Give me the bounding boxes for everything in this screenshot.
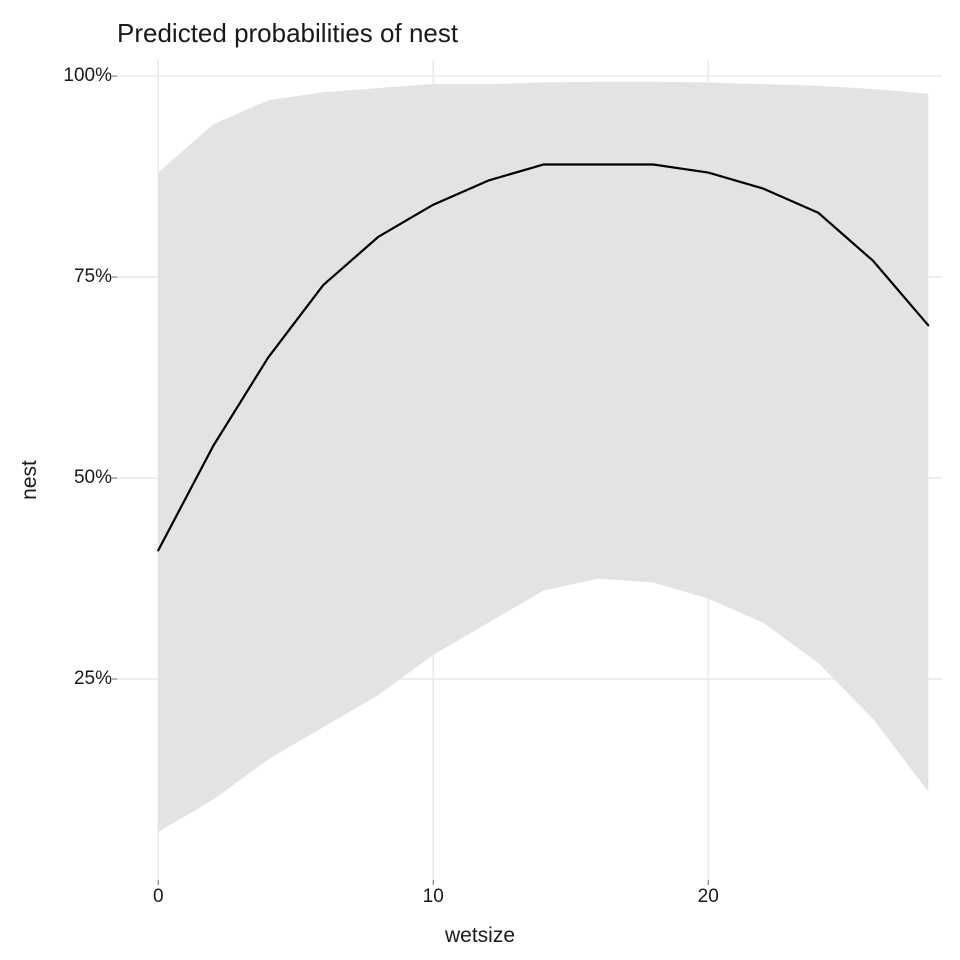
plot-svg	[117, 60, 942, 880]
y-tick-label: 50%	[52, 467, 112, 489]
plot-panel	[117, 60, 942, 880]
x-tick-label: 10	[423, 886, 444, 908]
y-tick-label: 75%	[52, 266, 112, 288]
chart-title: Predicted probabilities of nest	[117, 18, 458, 49]
y-tick-label: 100%	[52, 65, 112, 87]
x-tick-label: 20	[698, 886, 719, 908]
confidence-ribbon	[158, 82, 928, 832]
y-tick-label: 25%	[52, 668, 112, 690]
x-tick-label: 0	[153, 886, 164, 908]
x-axis-label: wetsize	[445, 924, 515, 948]
y-axis-label: nest	[18, 460, 42, 500]
chart-container: Predicted probabilities of nest nest wet…	[0, 0, 960, 960]
